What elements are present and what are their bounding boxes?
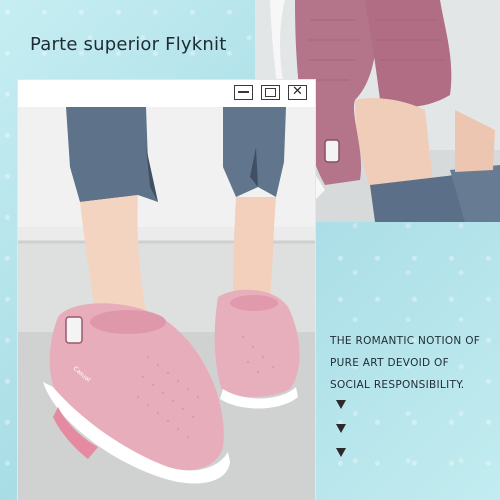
tagline: THE ROMANTIC NOTION OF PURE ART DEVOID O… [330,330,495,396]
tagline-line: SOCIAL RESPONSIBILITY. [330,379,465,391]
close-icon[interactable]: ✕ [288,84,307,100]
tagline-line: PURE ART DEVOID OF [330,357,449,369]
window-titlebar: ✕ [18,80,315,107]
maximize-icon[interactable] [261,85,280,100]
tagline-line: THE ROMANTIC NOTION OF [330,335,481,347]
arrow-group [336,400,346,472]
product-headline: Parte superior Flyknit [30,34,227,55]
chevron-down-icon [336,424,346,433]
chevron-down-icon [336,400,346,409]
product-window: ✕ Casual [18,80,315,500]
product-photo-main: Casual [18,107,315,500]
minimize-icon[interactable] [234,85,253,100]
chevron-down-icon [336,448,346,457]
